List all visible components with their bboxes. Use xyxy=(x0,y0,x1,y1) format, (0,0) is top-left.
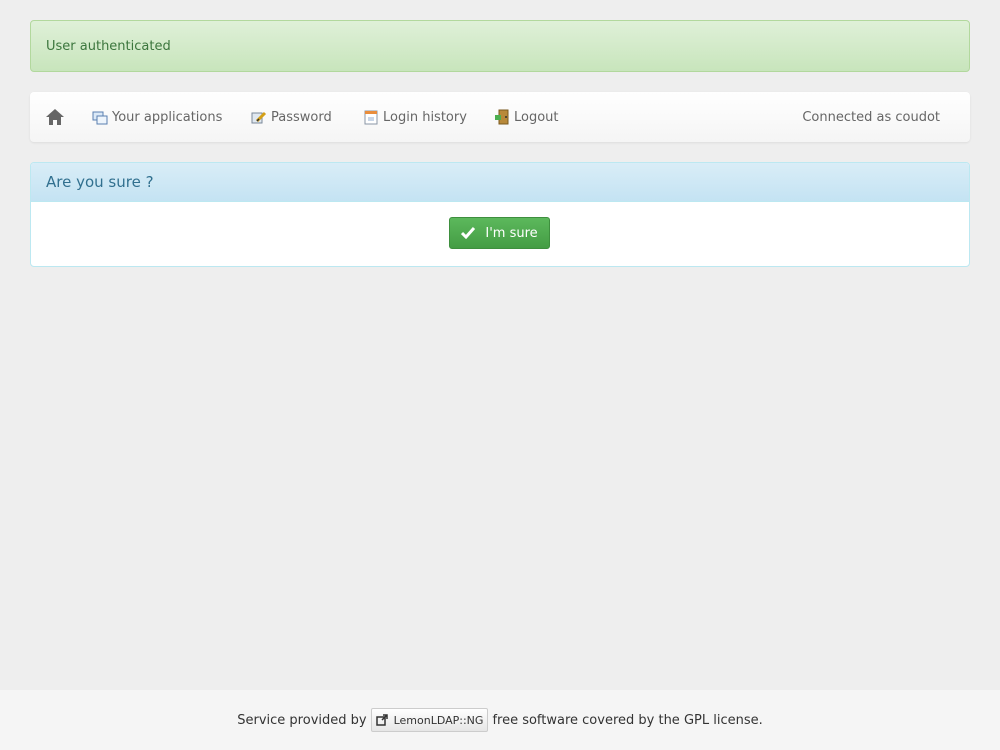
footer-prefix: Service provided by xyxy=(237,712,367,728)
nav-item-label: Logout xyxy=(514,109,559,125)
confirm-panel: Are you sure ? I'm sure xyxy=(30,162,970,267)
nav-item-label: Password xyxy=(271,109,332,125)
footer-suffix: free software covered by the GPL license… xyxy=(492,712,763,728)
nav-item-label: Your applications xyxy=(112,109,223,125)
footer: Service provided by LemonLDAP::NG free s… xyxy=(0,690,1000,750)
nav-item-login-history[interactable]: Login history xyxy=(363,92,467,142)
alert-message: User authenticated xyxy=(46,39,171,54)
button-label: I'm sure xyxy=(485,225,538,241)
im-sure-button[interactable]: I'm sure xyxy=(449,217,550,249)
success-alert: User authenticated xyxy=(30,20,970,72)
footer-link-label: LemonLDAP::NG xyxy=(393,713,484,727)
nav-item-password[interactable]: Password xyxy=(251,92,332,142)
page: User authenticated Your applications Pas… xyxy=(0,0,1000,750)
applications-icon xyxy=(92,109,108,125)
connected-user-text: Connected as coudot xyxy=(802,109,940,125)
calendar-icon xyxy=(363,109,379,125)
nav-item-logout[interactable]: Logout xyxy=(494,92,559,142)
navbar: Your applications Password Login history… xyxy=(30,92,970,142)
checkmark-icon xyxy=(461,227,476,240)
logout-door-icon xyxy=(494,109,510,125)
nav-item-label: Login history xyxy=(383,109,467,125)
external-link-icon xyxy=(375,714,388,726)
panel-heading: Are you sure ? xyxy=(31,163,969,202)
password-icon xyxy=(251,109,267,125)
nav-item-applications[interactable]: Your applications xyxy=(92,92,222,142)
lemonldap-link[interactable]: LemonLDAP::NG xyxy=(370,708,489,732)
home-icon[interactable] xyxy=(45,107,65,127)
